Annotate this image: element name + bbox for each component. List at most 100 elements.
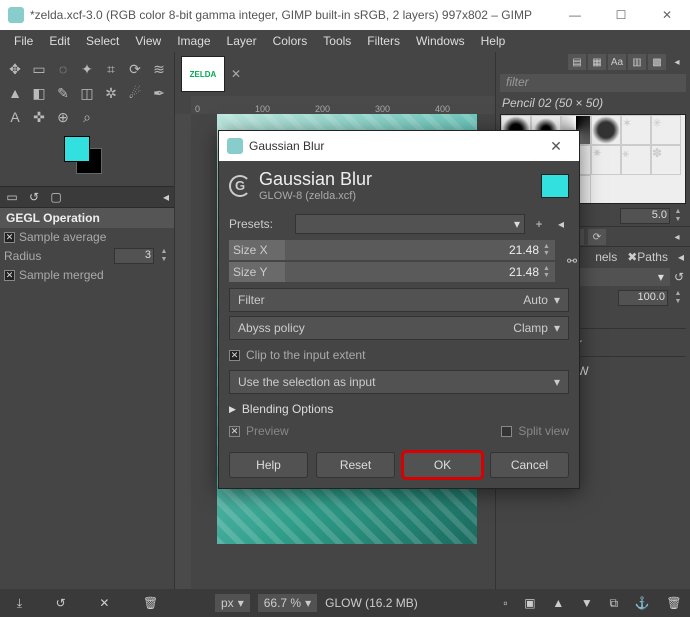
menu-tools[interactable]: Tools [315, 32, 359, 50]
preset-add-icon[interactable]: + [531, 217, 547, 231]
tab-fonts-icon[interactable]: Aa [608, 54, 626, 70]
layer-dup-icon[interactable]: ⧉ [609, 596, 618, 611]
fg-color[interactable] [64, 136, 90, 162]
tab-menu-icon[interactable]: ◂ [678, 250, 684, 264]
tool-clone[interactable]: ✲ [100, 82, 122, 104]
tool-bucket[interactable]: ▲ [4, 82, 26, 104]
reset-button[interactable]: Reset [316, 452, 395, 478]
layer-delete-icon[interactable]: 🗑 [666, 596, 681, 610]
tool-free-select[interactable]: ◌ [52, 58, 74, 80]
tool-rect-select[interactable]: ▭ [28, 58, 50, 80]
opacity-input[interactable]: 100.0 [618, 290, 668, 306]
menu-select[interactable]: Select [78, 32, 127, 50]
brush-filter-input[interactable]: filter [500, 74, 686, 92]
mode-reset-icon[interactable]: ↺ [674, 270, 684, 284]
link-xy-icon[interactable]: ⚯ [565, 254, 579, 268]
tab-history-icon[interactable]: ▥ [628, 54, 646, 70]
menu-layer[interactable]: Layer [219, 32, 265, 50]
zoom-dropdown[interactable]: 66.7 %▾ [258, 594, 317, 612]
tool-crop[interactable]: ⌗ [100, 58, 122, 80]
selection-label: Use the selection as input [238, 375, 554, 389]
layer-up-icon[interactable]: ▲ [552, 596, 564, 610]
color-swatches[interactable] [64, 136, 174, 186]
tool-path[interactable]: ✒ [148, 82, 170, 104]
filter-dropdown[interactable]: Filter Auto ▾ [229, 288, 569, 312]
tool-text[interactable]: A [4, 106, 26, 128]
tool-picker[interactable]: ✜ [28, 106, 50, 128]
status-redo-icon[interactable]: ✕ [99, 596, 109, 610]
size-x-value[interactable]: 21.48 [509, 243, 543, 257]
tool-eraser[interactable]: ◫ [76, 82, 98, 104]
radius-spinner[interactable]: ▲▼ [158, 248, 170, 264]
preset-menu-icon[interactable]: ◂ [553, 217, 569, 231]
menu-image[interactable]: Image [169, 32, 218, 50]
brush-menu-icon[interactable]: ◂ [668, 229, 686, 245]
ruler-vertical [175, 114, 191, 589]
tool-move[interactable]: ✥ [4, 58, 26, 80]
tab-channels[interactable]: nels [595, 250, 617, 264]
tool-smudge[interactable]: ☄ [124, 82, 146, 104]
tool-rotate[interactable]: ⟳ [124, 58, 146, 80]
size-x-slider[interactable]: Size X 21.48 ▲▼ [229, 240, 555, 260]
brush-size-spinner[interactable]: ▲▼ [672, 208, 684, 224]
tab-paths[interactable]: ✖Paths [627, 250, 668, 264]
abyss-dropdown[interactable]: Abyss policy Clamp ▾ [229, 316, 569, 340]
tool-gradient[interactable]: ◧ [28, 82, 50, 104]
opacity-spinner[interactable]: ▲▼ [672, 290, 684, 306]
menu-windows[interactable]: Windows [408, 32, 473, 50]
radius-input[interactable]: 3 [114, 248, 154, 264]
tab-menu-icon[interactable]: ◂ [668, 54, 686, 70]
layer-anchor-icon[interactable]: ⚓ [635, 596, 650, 610]
sample-merged-label: Sample merged [19, 268, 170, 282]
split-view-checkbox[interactable] [501, 426, 512, 437]
tool-measure[interactable]: ⊕ [52, 106, 74, 128]
menu-colors[interactable]: Colors [265, 32, 316, 50]
radius-label: Radius [4, 249, 110, 263]
sample-merged-checkbox[interactable]: ✕ [4, 270, 15, 281]
tab-devices-icon[interactable]: ↺ [26, 189, 42, 205]
image-tab-close-icon[interactable]: ✕ [231, 67, 241, 81]
status-trash-icon[interactable]: 🗑 [143, 596, 158, 610]
blending-options-expander[interactable]: ▶ Blending Options [219, 398, 579, 420]
menu-file[interactable]: File [6, 32, 41, 50]
brush-refresh-icon[interactable]: ⟳ [588, 229, 606, 245]
tool-warp[interactable]: ≋ [148, 58, 170, 80]
clip-checkbox[interactable]: ✕ [229, 350, 240, 361]
close-button[interactable]: ✕ [644, 0, 690, 30]
gegl-title: GEGL Operation [0, 208, 174, 228]
tab-tooloptions-icon[interactable]: ▭ [4, 189, 20, 205]
minimize-button[interactable]: — [552, 0, 598, 30]
layer-down-icon[interactable]: ▼ [581, 596, 593, 610]
menu-edit[interactable]: Edit [41, 32, 78, 50]
tool-pencil[interactable]: ✎ [52, 82, 74, 104]
status-save-icon[interactable]: ⤓ [17, 596, 22, 611]
size-y-slider[interactable]: Size Y 21.48 ▲▼ [229, 262, 555, 282]
image-tab-thumb[interactable]: ZELDA [181, 56, 225, 92]
tab-more-icon[interactable]: ▩ [648, 54, 666, 70]
tab-menu-icon[interactable]: ◂ [158, 189, 174, 205]
tab-patterns-icon[interactable]: ▦ [588, 54, 606, 70]
status-undo-icon[interactable]: ↺ [56, 596, 66, 610]
cancel-button[interactable]: Cancel [490, 452, 569, 478]
menu-view[interactable]: View [127, 32, 169, 50]
preview-checkbox[interactable]: ✕ [229, 426, 240, 437]
size-y-value[interactable]: 21.48 [509, 265, 543, 279]
window-titlebar: *zelda.xcf-3.0 (RGB color 8-bit gamma in… [0, 0, 690, 30]
menu-help[interactable]: Help [473, 32, 514, 50]
unit-dropdown[interactable]: px▾ [215, 594, 250, 612]
help-button[interactable]: Help [229, 452, 308, 478]
menu-filters[interactable]: Filters [359, 32, 408, 50]
tab-images-icon[interactable]: ▢ [48, 189, 64, 205]
sample-average-checkbox[interactable]: ✕ [4, 232, 15, 243]
tool-zoom[interactable]: ⌕ [76, 106, 98, 128]
selection-input-dropdown[interactable]: Use the selection as input ▾ [229, 370, 569, 394]
dialog-close-icon[interactable]: ✕ [541, 138, 571, 155]
layer-new-icon[interactable]: ▫ [503, 596, 507, 610]
tool-fuzzy-select[interactable]: ✦ [76, 58, 98, 80]
presets-dropdown[interactable]: ▾ [295, 214, 525, 234]
layer-group-icon[interactable]: ▣ [524, 596, 535, 610]
tab-brushes-icon[interactable]: ▤ [568, 54, 586, 70]
ok-button[interactable]: OK [403, 452, 482, 478]
maximize-button[interactable]: ☐ [598, 0, 644, 30]
brush-size-input[interactable]: 5.0 [620, 208, 670, 224]
